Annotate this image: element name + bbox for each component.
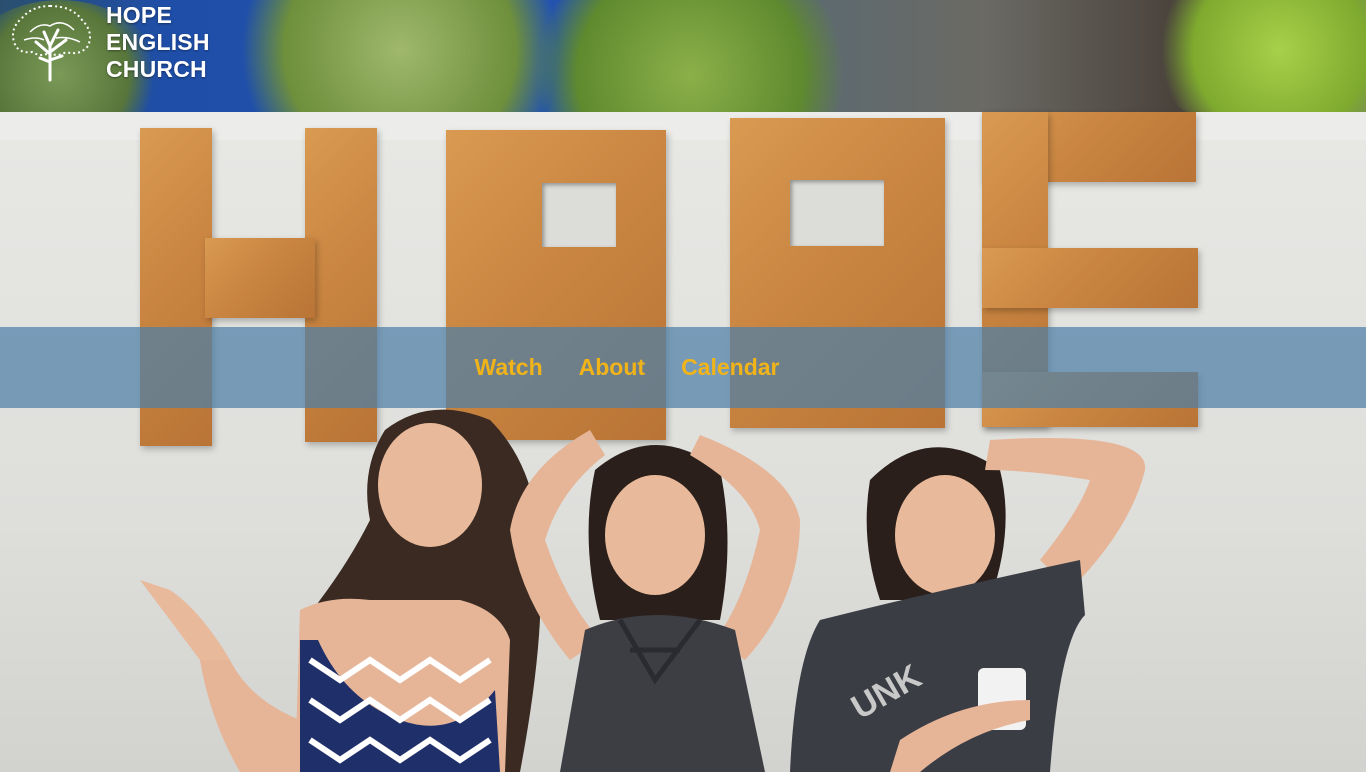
brand-line-1: HOPE: [106, 2, 172, 28]
nav-calendar[interactable]: Calendar: [681, 354, 779, 381]
brand-line-2: ENGLISH: [106, 29, 210, 55]
tree-icon: [12, 4, 91, 82]
brand-name: HOPE ENGLISH CHURCH: [106, 2, 210, 83]
site-logo[interactable]: HOPE ENGLISH CHURCH: [10, 2, 210, 83]
brand-line-3: CHURCH: [106, 56, 207, 82]
nav-watch[interactable]: Watch: [474, 354, 542, 381]
nav-about[interactable]: About: [579, 354, 645, 381]
main-nav: Watch About Calendar: [0, 327, 1366, 408]
